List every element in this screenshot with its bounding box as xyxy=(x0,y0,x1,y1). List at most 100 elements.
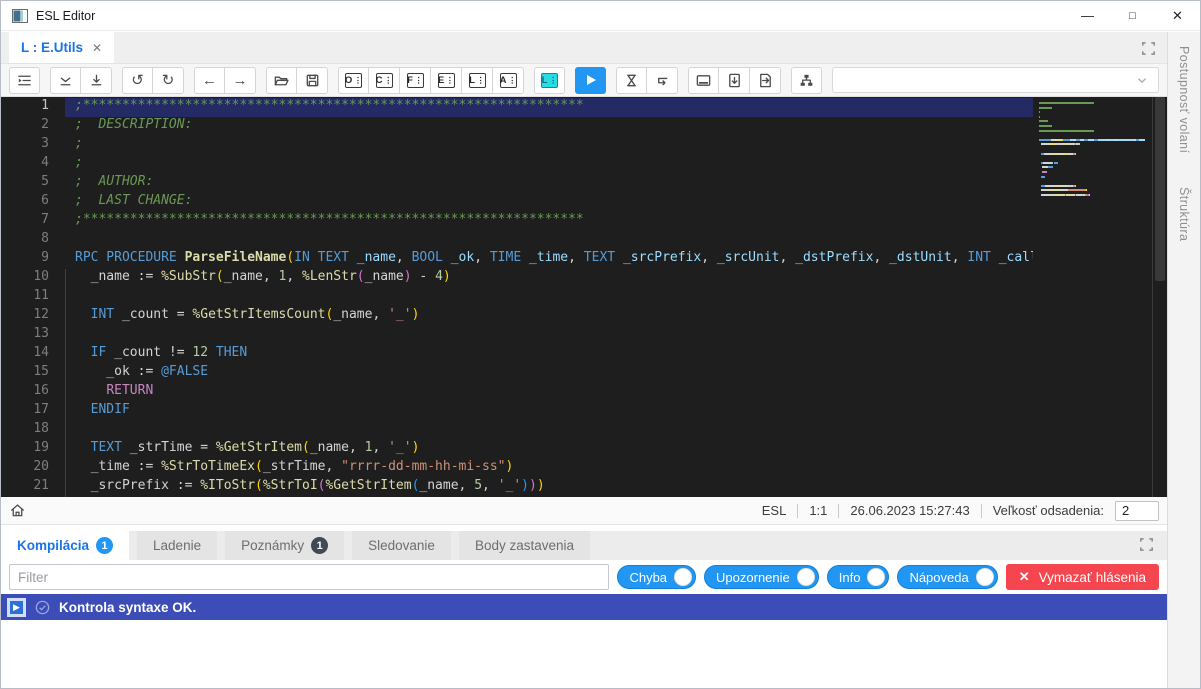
script-selector[interactable] xyxy=(832,67,1159,93)
run-button[interactable] xyxy=(575,67,606,94)
letter-L-icon: L⋮ xyxy=(541,73,558,88)
code-editor[interactable]: 123456789101112131415161718192021 ;*****… xyxy=(1,97,1167,497)
close-button[interactable]: ✕ xyxy=(1155,1,1200,30)
code-line[interactable]: ; xyxy=(65,155,1033,174)
code-line[interactable]: INT _count = %GetStrItemsCount(_name, '_… xyxy=(65,307,1033,326)
indent-size-input[interactable] xyxy=(1115,501,1159,521)
code-line[interactable]: ; xyxy=(65,136,1033,155)
expand-editor-icon[interactable] xyxy=(1140,40,1157,57)
code-line[interactable]: ; AUTHOR: xyxy=(65,174,1033,193)
toolbar-group: ←→ xyxy=(194,67,256,94)
browse-locals-button[interactable]: L⋮ xyxy=(462,67,493,94)
tab-count-badge: 1 xyxy=(96,537,113,554)
code-line[interactable]: RETURN xyxy=(65,383,1033,402)
browse-locals-active-button[interactable]: L⋮ xyxy=(534,67,565,94)
folder-open-icon xyxy=(273,72,290,89)
toolbar-group xyxy=(791,67,822,94)
code-line[interactable]: _name := %SubStr(_name, 1, %LenStr(_name… xyxy=(65,269,1033,288)
show-bottom-panel-button[interactable] xyxy=(688,67,719,94)
minimap-line xyxy=(1039,107,1151,109)
tab-close-icon[interactable]: ✕ xyxy=(92,41,102,55)
maximize-button[interactable]: □ xyxy=(1110,1,1155,30)
code-line[interactable]: TEXT _strTime = %GetStrItem(_name, 1, '_… xyxy=(65,440,1033,459)
toggle-info[interactable]: Info xyxy=(827,565,890,589)
loop-mode-button[interactable] xyxy=(647,67,678,94)
code-line[interactable]: _ok := @FALSE xyxy=(65,364,1033,383)
undo-button[interactable]: ↺ xyxy=(122,67,153,94)
export-log-button[interactable] xyxy=(750,67,781,94)
apply-to-line-button[interactable] xyxy=(81,67,112,94)
browse-actions-button[interactable]: A⋮ xyxy=(493,67,524,94)
toggle-napoveda[interactable]: Nápoveda xyxy=(897,565,997,589)
check-circle-icon xyxy=(34,599,51,616)
browse-functions-button[interactable]: F⋮ xyxy=(400,67,431,94)
code-line[interactable] xyxy=(65,326,1033,345)
toggle-upozornenie[interactable]: Upozornenie xyxy=(704,565,819,589)
code-line[interactable]: ;***************************************… xyxy=(65,212,1033,231)
tab-e-utils[interactable]: L : E.Utils ✕ xyxy=(9,32,114,63)
line-number: 14 xyxy=(1,345,59,364)
call-hierarchy-button[interactable] xyxy=(791,67,822,94)
check-syntax-button[interactable] xyxy=(50,67,81,94)
undo-icon: ↺ xyxy=(131,73,144,88)
code-content[interactable]: ;***************************************… xyxy=(65,98,1033,497)
panel-tab-label: Sledovanie xyxy=(368,538,435,553)
clear-messages-label: Vymazať hlásenia xyxy=(1039,570,1146,585)
code-line[interactable]: ;***************************************… xyxy=(65,98,1033,117)
toggle-label: Upozornenie xyxy=(716,570,790,585)
app-icon xyxy=(12,9,28,23)
panel-tab-kompilacia[interactable]: Kompilácia1 xyxy=(1,531,129,560)
redo-button[interactable]: ↻ xyxy=(153,67,184,94)
panel-tab-ladenie[interactable]: Ladenie xyxy=(137,531,217,560)
panel-tab-sledovanie[interactable]: Sledovanie xyxy=(352,531,451,560)
navigate-back-button[interactable]: ← xyxy=(194,67,225,94)
code-line[interactable] xyxy=(65,288,1033,307)
toolbar-group xyxy=(50,67,112,94)
minimap[interactable] xyxy=(1039,102,1151,198)
minimap-line xyxy=(1039,157,1151,159)
code-line[interactable]: IF _count != 12 THEN xyxy=(65,345,1033,364)
home-icon[interactable] xyxy=(9,502,26,519)
code-line[interactable]: ; LAST CHANGE: xyxy=(65,193,1033,212)
toggle-chyba[interactable]: Chyba xyxy=(617,565,696,589)
clear-messages-button[interactable]: ✕ Vymazať hlásenia xyxy=(1006,564,1159,590)
panel-bottom-icon xyxy=(695,72,712,89)
code-line[interactable]: _srcPrefix := %IToStr(%StrToI(%GetStrIte… xyxy=(65,478,1033,497)
code-line[interactable] xyxy=(65,421,1033,440)
code-line[interactable]: RPC PROCEDURE ParseFileName(IN TEXT _nam… xyxy=(65,250,1033,269)
doc-arrow-down-icon xyxy=(726,72,743,89)
code-line[interactable]: ; DESCRIPTION: xyxy=(65,117,1033,136)
letter-E-icon: E⋮ xyxy=(438,73,455,88)
scrollbar-thumb[interactable] xyxy=(1155,97,1165,281)
message-row[interactable]: ▶ Kontrola syntaxe OK. xyxy=(1,594,1167,620)
line-number: 17 xyxy=(1,402,59,421)
letter-F-icon: F⋮ xyxy=(407,73,424,88)
panel-tab-poznamky[interactable]: Poznámky1 xyxy=(225,531,344,560)
minimize-button[interactable]: — xyxy=(1065,1,1110,30)
outline-button[interactable] xyxy=(9,67,40,94)
wait-mode-button[interactable] xyxy=(616,67,647,94)
save-log-button[interactable] xyxy=(719,67,750,94)
browse-constants-button[interactable]: C⋮ xyxy=(369,67,400,94)
browse-events-button[interactable]: E⋮ xyxy=(431,67,462,94)
code-line[interactable] xyxy=(65,231,1033,250)
code-line[interactable]: _time := %StrToTimeEx(_strTime, "rrrr-dd… xyxy=(65,459,1033,478)
editor-scrollbar[interactable] xyxy=(1152,97,1167,497)
open-document-button[interactable] xyxy=(266,67,297,94)
navigate-forward-button[interactable]: → xyxy=(225,67,256,94)
code-line[interactable]: ENDIF xyxy=(65,402,1033,421)
panel-tab-body-zastavenia[interactable]: Body zastavenia xyxy=(459,531,590,560)
floppy-icon xyxy=(304,72,321,89)
toolbar: ↺↻←→O⋮C⋮F⋮E⋮L⋮A⋮L⋮ xyxy=(1,64,1167,97)
line-number: 4 xyxy=(1,155,59,174)
sidebar-tab-structure[interactable]: Štruktúra xyxy=(1177,187,1191,241)
minimap-line xyxy=(1039,171,1151,173)
save-document-button[interactable] xyxy=(297,67,328,94)
sidebar-tab-call-sequence[interactable]: Postupnosť volaní xyxy=(1177,46,1191,153)
browse-objects-button[interactable]: O⋮ xyxy=(338,67,369,94)
expand-panel-icon[interactable] xyxy=(1138,536,1155,553)
indent-icon xyxy=(16,72,33,89)
minimap-line xyxy=(1039,102,1151,104)
panel-tab-label: Body zastavenia xyxy=(475,538,574,553)
filter-input[interactable] xyxy=(9,564,609,590)
